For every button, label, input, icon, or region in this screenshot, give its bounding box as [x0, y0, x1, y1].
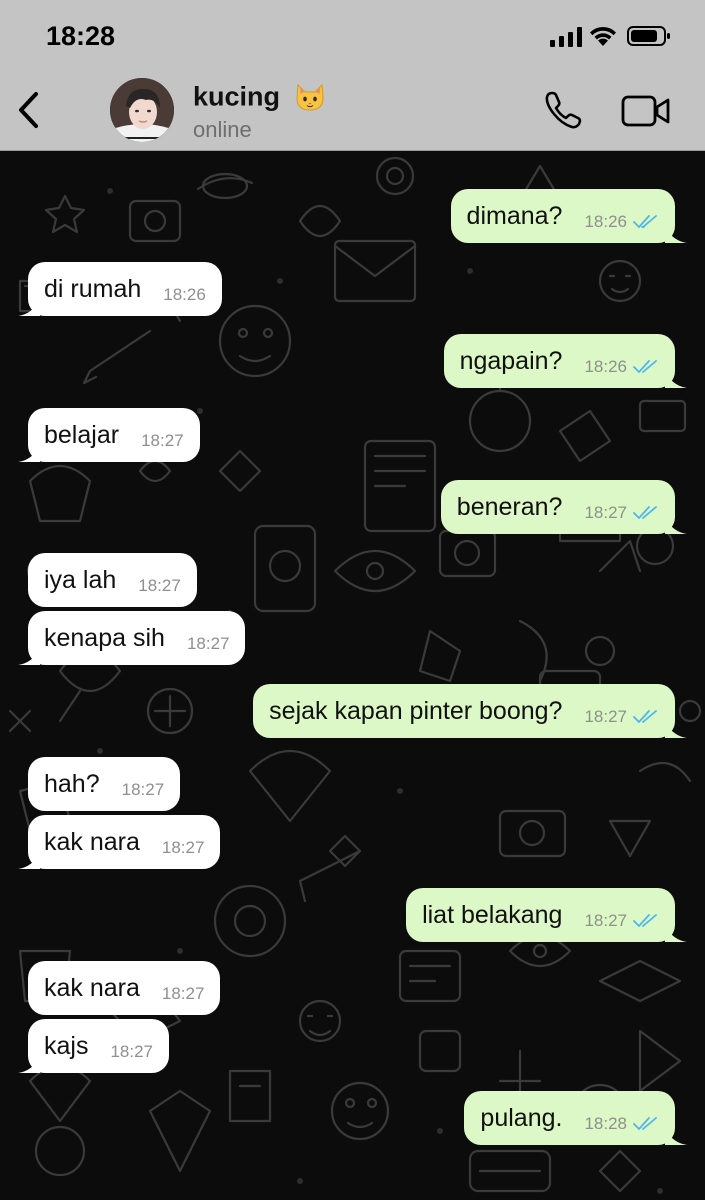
message-text: kajs — [44, 1031, 89, 1060]
incoming-message[interactable]: kajs 18:27 — [18, 1019, 170, 1073]
chat-header: kucing online — [0, 72, 705, 151]
back-chevron-icon[interactable] — [14, 90, 44, 130]
incoming-message[interactable]: kak nara 18:27 — [28, 961, 221, 1015]
incoming-message[interactable]: kak nara 18:27 — [18, 815, 221, 869]
cellular-signal-icon — [550, 27, 582, 47]
message-time: 18:28 — [584, 1114, 627, 1133]
bubble-tail — [665, 1129, 687, 1145]
read-receipt-double-check-icon — [633, 914, 657, 928]
read-receipt-double-check-icon — [633, 710, 657, 724]
contact-name[interactable]: kucing — [193, 80, 326, 112]
status-time: 18:28 — [46, 21, 116, 51]
message-text: di rumah — [44, 274, 142, 303]
outgoing-message[interactable]: liat belakang 18:27 — [406, 888, 687, 942]
message-time: 18:27 — [186, 634, 230, 653]
incoming-message[interactable]: iya lah 18:27 — [28, 553, 197, 607]
contact-status: online — [193, 117, 252, 142]
outgoing-message[interactable]: sejak kapan pinter boong? 18:27 — [253, 684, 687, 738]
message-text: iya lah — [44, 565, 117, 594]
message-time: 18:26 — [584, 212, 627, 231]
phone-icon[interactable] — [543, 90, 583, 130]
outgoing-message[interactable]: beneran? 18:27 — [440, 480, 687, 534]
message-time: 18:27 — [161, 838, 205, 857]
message-text: kenapa sih — [44, 623, 165, 652]
bubble-tail — [665, 722, 687, 738]
message-time: 18:26 — [584, 357, 627, 376]
read-receipt-double-check-icon — [633, 506, 657, 520]
incoming-message[interactable]: di rumah 18:26 — [18, 262, 222, 316]
bubble-tail — [18, 649, 40, 665]
message-time: 18:27 — [141, 431, 184, 450]
bubble-tail — [665, 926, 687, 942]
read-receipt-double-check-icon — [633, 1117, 657, 1131]
incoming-message[interactable]: kenapa sih 18:27 — [18, 611, 246, 665]
message-text: kak nara — [44, 973, 140, 1002]
cat-face-emoji-icon — [296, 83, 324, 111]
message-time: 18:27 — [161, 984, 205, 1003]
bubble-tail — [18, 1057, 40, 1073]
message-text: dimana? — [466, 201, 563, 230]
bubble-tail — [18, 300, 40, 316]
message-text: ngapain? — [459, 346, 563, 375]
avatar[interactable] — [110, 78, 174, 142]
outgoing-message[interactable]: ngapain? 18:26 — [443, 334, 687, 388]
message-list: dimana? 18:26 di rumah 18:26 ngapain? 18… — [0, 151, 705, 1200]
incoming-message[interactable]: hah? 18:27 — [28, 757, 181, 811]
message-time: 18:27 — [584, 911, 627, 930]
chat-area[interactable]: dimana? 18:26 di rumah 18:26 ngapain? 18… — [0, 151, 705, 1200]
message-time: 18:27 — [110, 1042, 154, 1061]
message-time: 18:27 — [584, 503, 627, 522]
bubble-tail — [18, 446, 40, 462]
battery-icon — [627, 26, 670, 46]
message-time: 18:27 — [584, 707, 627, 726]
message-text: belajar — [44, 420, 120, 449]
wifi-icon — [590, 26, 616, 46]
outgoing-message[interactable]: dimana? 18:26 — [450, 189, 687, 243]
message-time: 18:27 — [121, 780, 165, 799]
message-text: hah? — [44, 769, 100, 798]
outgoing-message[interactable]: pulang. 18:28 — [464, 1091, 687, 1145]
read-receipt-double-check-icon — [633, 360, 657, 374]
message-text: kak nara — [44, 827, 140, 856]
bubble-tail — [665, 372, 687, 388]
message-text: sejak kapan pinter boong? — [269, 696, 563, 725]
bubble-tail — [18, 853, 40, 869]
message-time: 18:27 — [138, 576, 181, 595]
message-text: liat belakang — [422, 900, 563, 929]
status-bar: 18:28 — [0, 0, 705, 72]
bubble-tail — [665, 518, 687, 534]
message-text: pulang. — [480, 1103, 563, 1132]
incoming-message[interactable]: belajar 18:27 — [18, 408, 200, 462]
video-camera-icon[interactable] — [621, 94, 671, 128]
message-time: 18:26 — [163, 285, 206, 304]
read-receipt-double-check-icon — [633, 215, 657, 229]
bubble-tail — [665, 227, 687, 243]
message-text: beneran? — [456, 492, 563, 521]
